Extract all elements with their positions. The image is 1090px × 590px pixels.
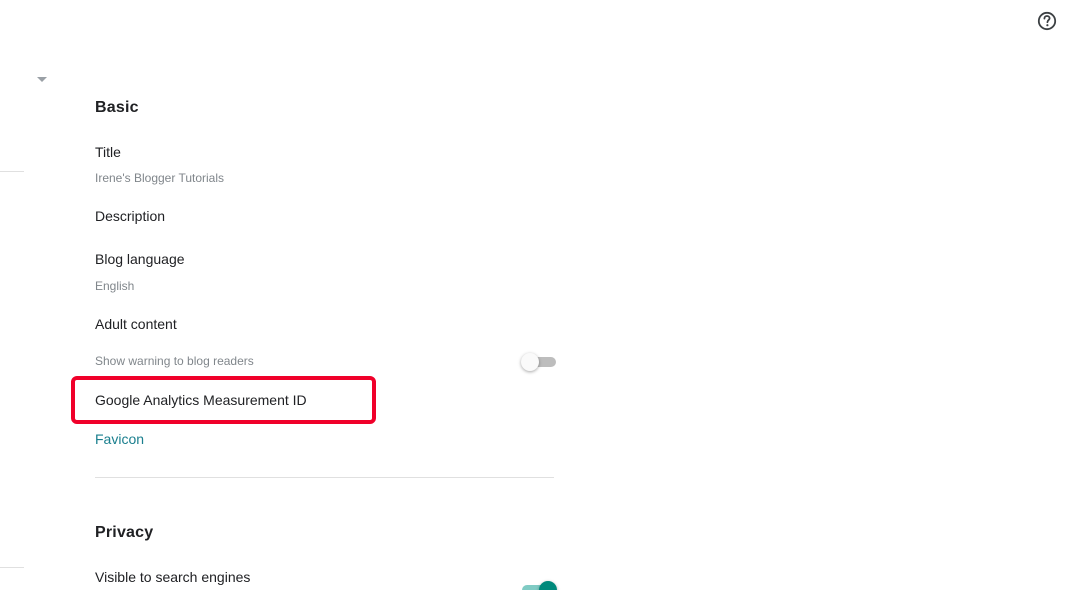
settings-page: Basic Title Irene's Blogger Tutorials De… (0, 0, 1090, 590)
toggle-thumb (521, 353, 539, 371)
section-divider (95, 477, 554, 478)
toggle-thumb (539, 581, 557, 590)
setting-description-label[interactable]: Description (95, 208, 165, 224)
setting-blog-language-label[interactable]: Blog language (95, 251, 185, 267)
caret-down-icon[interactable] (37, 77, 47, 82)
setting-visible-to-search-engines-label[interactable]: Visible to search engines (95, 569, 250, 585)
setting-title-label[interactable]: Title (95, 144, 121, 160)
adult-content-toggle[interactable] (521, 352, 556, 372)
setting-blog-language-value: English (95, 279, 135, 293)
adult-content-warning-label: Show warning to blog readers (95, 354, 254, 368)
section-title-basic: Basic (95, 99, 139, 116)
setting-adult-content-label: Adult content (95, 316, 177, 332)
setting-google-analytics-label[interactable]: Google Analytics Measurement ID (95, 392, 307, 408)
sidebar-divider (0, 567, 24, 568)
section-title-privacy: Privacy (95, 524, 154, 541)
setting-title-value: Irene's Blogger Tutorials (95, 171, 225, 185)
search-engines-toggle[interactable] (522, 580, 557, 590)
favicon-link[interactable]: Favicon (95, 431, 144, 447)
help-circle-icon[interactable] (1037, 11, 1057, 31)
sidebar-divider (0, 171, 24, 172)
